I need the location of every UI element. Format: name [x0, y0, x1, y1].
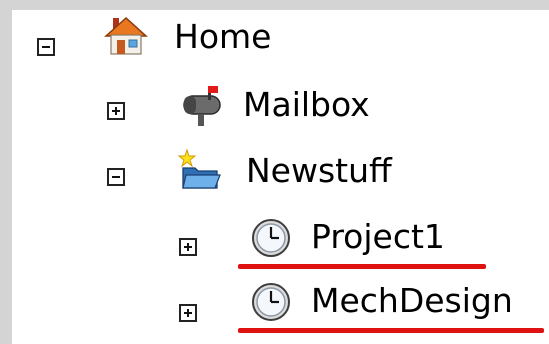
highlight-underline [238, 264, 486, 269]
tree-node-label[interactable]: Project1 [311, 220, 445, 253]
clock-icon [248, 278, 294, 324]
collapse-toggle-icon[interactable] [37, 38, 55, 56]
tree-node-label[interactable]: Mailbox [243, 88, 370, 121]
screenshot-frame: Home Mailbox Newstuff Project1 MechDesig… [0, 0, 549, 344]
tree-node-label[interactable]: Newstuff [246, 154, 392, 187]
expand-toggle-icon[interactable] [179, 304, 197, 322]
tree-view: Home Mailbox Newstuff Project1 MechDesig… [12, 10, 549, 344]
house-icon [103, 12, 149, 58]
new-folder-icon [177, 146, 223, 192]
expand-toggle-icon[interactable] [179, 238, 197, 256]
clock-icon [248, 214, 294, 260]
collapse-toggle-icon[interactable] [107, 168, 125, 186]
mailbox-icon [180, 82, 226, 128]
highlight-underline [238, 328, 544, 333]
tree-node-label[interactable]: Home [174, 20, 271, 53]
tree-node-label[interactable]: MechDesign [311, 284, 513, 317]
expand-toggle-icon[interactable] [107, 102, 125, 120]
